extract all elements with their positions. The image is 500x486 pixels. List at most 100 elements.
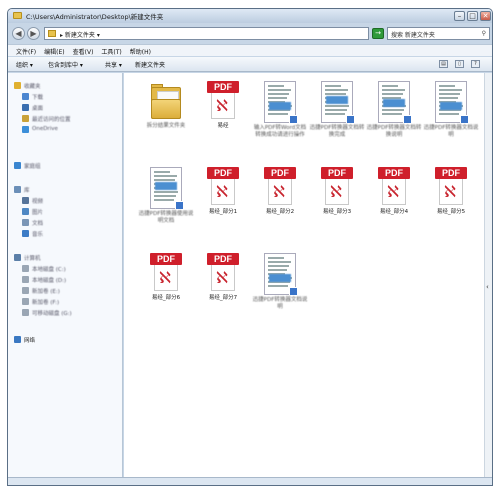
window-title: C:\Users\Administrator\Desktop\新建文件夹 — [26, 13, 164, 21]
pdf-file-item[interactable]: PDF ℵ 易经_部分5 — [423, 167, 479, 216]
navigation-pane: 收藏夹 下载 桌面 最近访问的位置 OneDrive 家庭组库视频 图片 文档 音乐 计算机 本地磁… — [8, 73, 123, 477]
menu-item[interactable]: 工具(T) — [101, 47, 121, 56]
nav-icon — [22, 265, 29, 272]
pdf-file-item[interactable]: PDF ℵ 易经_部分1 — [195, 167, 251, 216]
menu-item[interactable]: 编辑(E) — [44, 47, 64, 56]
nav-icon — [22, 93, 29, 100]
sidebar-item-label: 新加卷 (E:) — [32, 289, 60, 295]
document-thumbnail-icon — [321, 81, 355, 124]
new-folder-button[interactable]: 新建文件夹 — [135, 60, 165, 69]
menu-item[interactable]: 文件(F) — [16, 47, 36, 56]
pdf-file-icon: PDF ℵ — [207, 167, 239, 207]
search-placeholder: 搜索 新建文件夹 — [391, 32, 435, 39]
menu-item[interactable]: 查看(V) — [73, 47, 94, 56]
file-name-label: 拆分结果文件夹 — [146, 123, 186, 129]
menu-bar: 文件(F) 编辑(E) 查看(V) 工具(T) 帮助(H) — [8, 44, 492, 56]
search-icon[interactable]: ⚲ — [482, 30, 486, 37]
address-row: ◀ ▶ ▸ 新建文件夹 ▾ → 搜索 新建文件夹 ⚲ — [8, 25, 492, 43]
pdf-file-item[interactable]: PDF ℵ 易经_部分4 — [366, 167, 422, 216]
pdf-file-icon: PDF ℵ — [378, 167, 410, 207]
minimize-button[interactable]: – — [454, 11, 465, 21]
sidebar-item-label: 最近访问的位置 — [32, 117, 71, 123]
maximize-button[interactable]: □ — [467, 11, 478, 21]
nav-icon — [14, 336, 21, 343]
document-thumbnail-icon — [150, 167, 184, 210]
share-button[interactable]: 共享 ▾ — [105, 60, 122, 69]
file-name-label: 迅捷PDF转换器文档说明 — [423, 125, 479, 138]
file-name-label: 易经_部分5 — [436, 209, 466, 215]
include-in-library-button[interactable]: 包含到库中 ▾ — [48, 60, 83, 69]
address-bar[interactable]: ▸ 新建文件夹 ▾ — [44, 27, 369, 40]
sidebar-item-label: 桌面 — [32, 106, 44, 112]
nav-icon — [22, 287, 29, 294]
pdf-file-item[interactable]: PDF ℵ 易经_部分3 — [309, 167, 365, 216]
nav-icon — [22, 276, 29, 283]
document-thumbnail-icon — [264, 81, 298, 124]
document-thumbnail-icon — [435, 81, 469, 124]
pdf-file-item[interactable]: PDF ℵ 易经_部分7 — [195, 253, 251, 302]
folder-item[interactable]: 拆分结果文件夹 — [138, 81, 194, 130]
preview-pane-icon[interactable]: ▯ — [455, 60, 464, 68]
search-input[interactable]: 搜索 新建文件夹 ⚲ — [387, 27, 490, 40]
forward-button[interactable]: ▶ — [27, 27, 40, 40]
sidebar-item-label: 图片 — [32, 210, 44, 216]
folder-icon — [13, 12, 22, 19]
pdf-file-item[interactable]: PDF ℵ 易经 — [195, 81, 251, 130]
nav-icon — [22, 230, 29, 237]
document-file-item[interactable]: 迅捷PDF转换器文档说明 — [252, 253, 308, 311]
nav-icon — [22, 197, 29, 204]
help-icon[interactable]: ? — [471, 60, 480, 68]
file-name-label: 易经_部分3 — [322, 209, 352, 215]
sidebar-item-label: 库 — [24, 188, 30, 194]
collapse-arrow-icon[interactable]: ‹ — [486, 283, 489, 291]
sidebar-item-label: 计算机 — [24, 256, 41, 262]
file-list: 拆分结果文件夹 PDF ℵ 易经 输入PDF转Word文档转换成功请进行操作 迅捷PDF转… — [124, 73, 484, 477]
document-file-item[interactable]: 迅捷PDF转换器使用说明文档 — [138, 167, 194, 225]
pdf-file-icon: PDF ℵ — [150, 253, 182, 293]
sidebar-item-label: OneDrive — [32, 126, 58, 132]
folder-icon — [48, 30, 56, 37]
nav-icon — [22, 208, 29, 215]
file-name-label: 易经_部分2 — [265, 209, 295, 215]
file-name-label: 迅捷PDF转换器文档说明 — [252, 297, 308, 310]
sidebar-item-label: 视频 — [32, 199, 44, 205]
document-thumbnail-icon — [264, 253, 298, 296]
refresh-button[interactable]: → — [372, 28, 384, 39]
sidebar-item-label: 网络 — [24, 338, 36, 344]
command-bar: 组织 ▾ 包含到库中 ▾ 共享 ▾ 新建文件夹 ▤ ▯ ? — [8, 57, 492, 72]
document-file-item[interactable]: 迅捷PDF转换器文档说明 — [423, 81, 479, 139]
sidebar-item-label: 文档 — [32, 221, 44, 227]
pdf-file-icon: PDF ℵ — [207, 253, 239, 293]
sidebar-item-label: 本地磁盘 (C:) — [32, 267, 66, 273]
folder-icon — [149, 81, 183, 121]
scrollbar[interactable]: ‹ — [484, 73, 492, 477]
sidebar-item-label: 下载 — [32, 95, 44, 101]
organize-button[interactable]: 组织 ▾ — [16, 60, 33, 69]
pdf-file-icon: PDF ℵ — [207, 81, 239, 121]
nav-icon — [14, 162, 21, 169]
breadcrumb[interactable]: ▸ 新建文件夹 ▾ — [60, 30, 100, 39]
pdf-file-item[interactable]: PDF ℵ 易经_部分6 — [138, 253, 194, 302]
view-options-icon[interactable]: ▤ — [439, 60, 448, 68]
back-button[interactable]: ◀ — [12, 27, 25, 40]
pdf-file-icon: PDF ℵ — [264, 167, 296, 207]
file-name-label: 易经 — [217, 123, 229, 129]
pdf-file-item[interactable]: PDF ℵ 易经_部分2 — [252, 167, 308, 216]
document-file-item[interactable]: 迅捷PDF转换器文档转换完成 — [309, 81, 365, 139]
nav-icon — [14, 82, 21, 89]
menu-item[interactable]: 帮助(H) — [130, 47, 151, 56]
file-name-label: 易经_部分7 — [208, 295, 238, 301]
file-name-label: 迅捷PDF转换器文档转换说明 — [366, 125, 422, 138]
sidebar-item-label: 家庭组 — [24, 164, 41, 170]
sidebar-item-label: 可移动磁盘 (G:) — [32, 311, 72, 317]
file-name-label: 输入PDF转Word文档转换成功请进行操作 — [253, 125, 307, 138]
close-button[interactable]: ✕ — [480, 11, 491, 21]
document-file-item[interactable]: 输入PDF转Word文档转换成功请进行操作 — [252, 81, 308, 139]
title-bar[interactable]: C:\Users\Administrator\Desktop\新建文件夹 – □… — [8, 9, 492, 23]
nav-icon — [22, 115, 29, 122]
nav-icon — [14, 254, 21, 261]
status-bar — [8, 477, 492, 485]
document-file-item[interactable]: 迅捷PDF转换器文档转换说明 — [366, 81, 422, 139]
file-name-label: 易经_部分6 — [151, 295, 181, 301]
nav-icon — [22, 219, 29, 226]
